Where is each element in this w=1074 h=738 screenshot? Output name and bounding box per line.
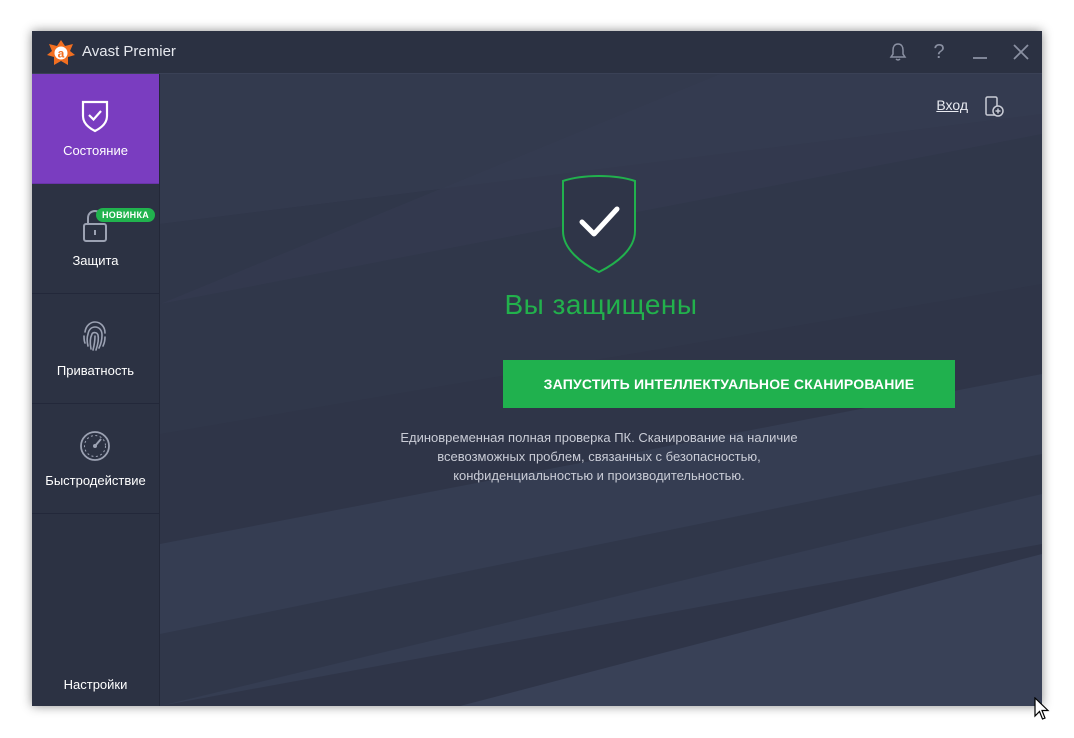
app-window: a Avast Premier ? Состояние НОВИНКА Защи… <box>32 31 1042 706</box>
sidebar-item-privacy[interactable]: Приватность <box>32 294 159 404</box>
shield-check-icon <box>81 100 109 133</box>
description-line: конфиденциальностью и производительность… <box>453 468 745 483</box>
minimize-icon[interactable] <box>969 41 991 63</box>
fingerprint-icon <box>83 321 106 351</box>
svg-text:a: a <box>58 47 65 61</box>
app-title: Avast Premier <box>82 43 176 60</box>
bell-icon[interactable] <box>887 41 909 63</box>
add-device-icon[interactable] <box>984 96 1004 118</box>
description-line: Единовременная полная проверка ПК. Скани… <box>400 430 798 445</box>
main-panel: Вход Вы защищены ЗАПУСТИТЬ ИНТЕЛЛЕКТУАЛЬ… <box>160 74 1042 706</box>
sidebar: Состояние НОВИНКА Защита Приватность Быс… <box>32 74 160 706</box>
title-bar[interactable]: a Avast Premier ? <box>32 31 1042 74</box>
sidebar-item-label: Приватность <box>56 363 135 378</box>
description-line: всевозможных проблем, связанных с безопа… <box>437 449 761 464</box>
login-link[interactable]: Вход <box>936 97 968 113</box>
speedometer-icon <box>80 431 110 461</box>
scan-description: Единовременная полная проверка ПК. Скани… <box>389 428 809 485</box>
sidebar-item-status[interactable]: Состояние <box>32 74 159 184</box>
sidebar-item-protection[interactable]: НОВИНКА Защита <box>32 184 159 294</box>
help-icon-glyph: ? <box>933 40 945 63</box>
sidebar-item-performance[interactable]: Быстродействие <box>32 404 159 514</box>
protected-shield-icon <box>562 175 636 274</box>
sidebar-item-label: Состояние <box>63 143 128 158</box>
settings-button[interactable]: Настройки <box>32 677 159 692</box>
smart-scan-button[interactable]: ЗАПУСТИТЬ ИНТЕЛЛЕКТУАЛЬНОЕ СКАНИРОВАНИЕ <box>503 360 955 408</box>
new-badge: НОВИНКА <box>96 208 156 222</box>
sidebar-item-label: Быстродействие <box>45 473 146 488</box>
sidebar-item-label: Защита <box>72 253 119 268</box>
help-icon[interactable]: ? <box>928 41 950 63</box>
mouse-cursor-icon <box>1034 697 1050 720</box>
status-text: Вы защищены <box>504 289 698 320</box>
avast-logo-icon: a <box>47 40 75 65</box>
close-icon[interactable] <box>1010 41 1032 63</box>
